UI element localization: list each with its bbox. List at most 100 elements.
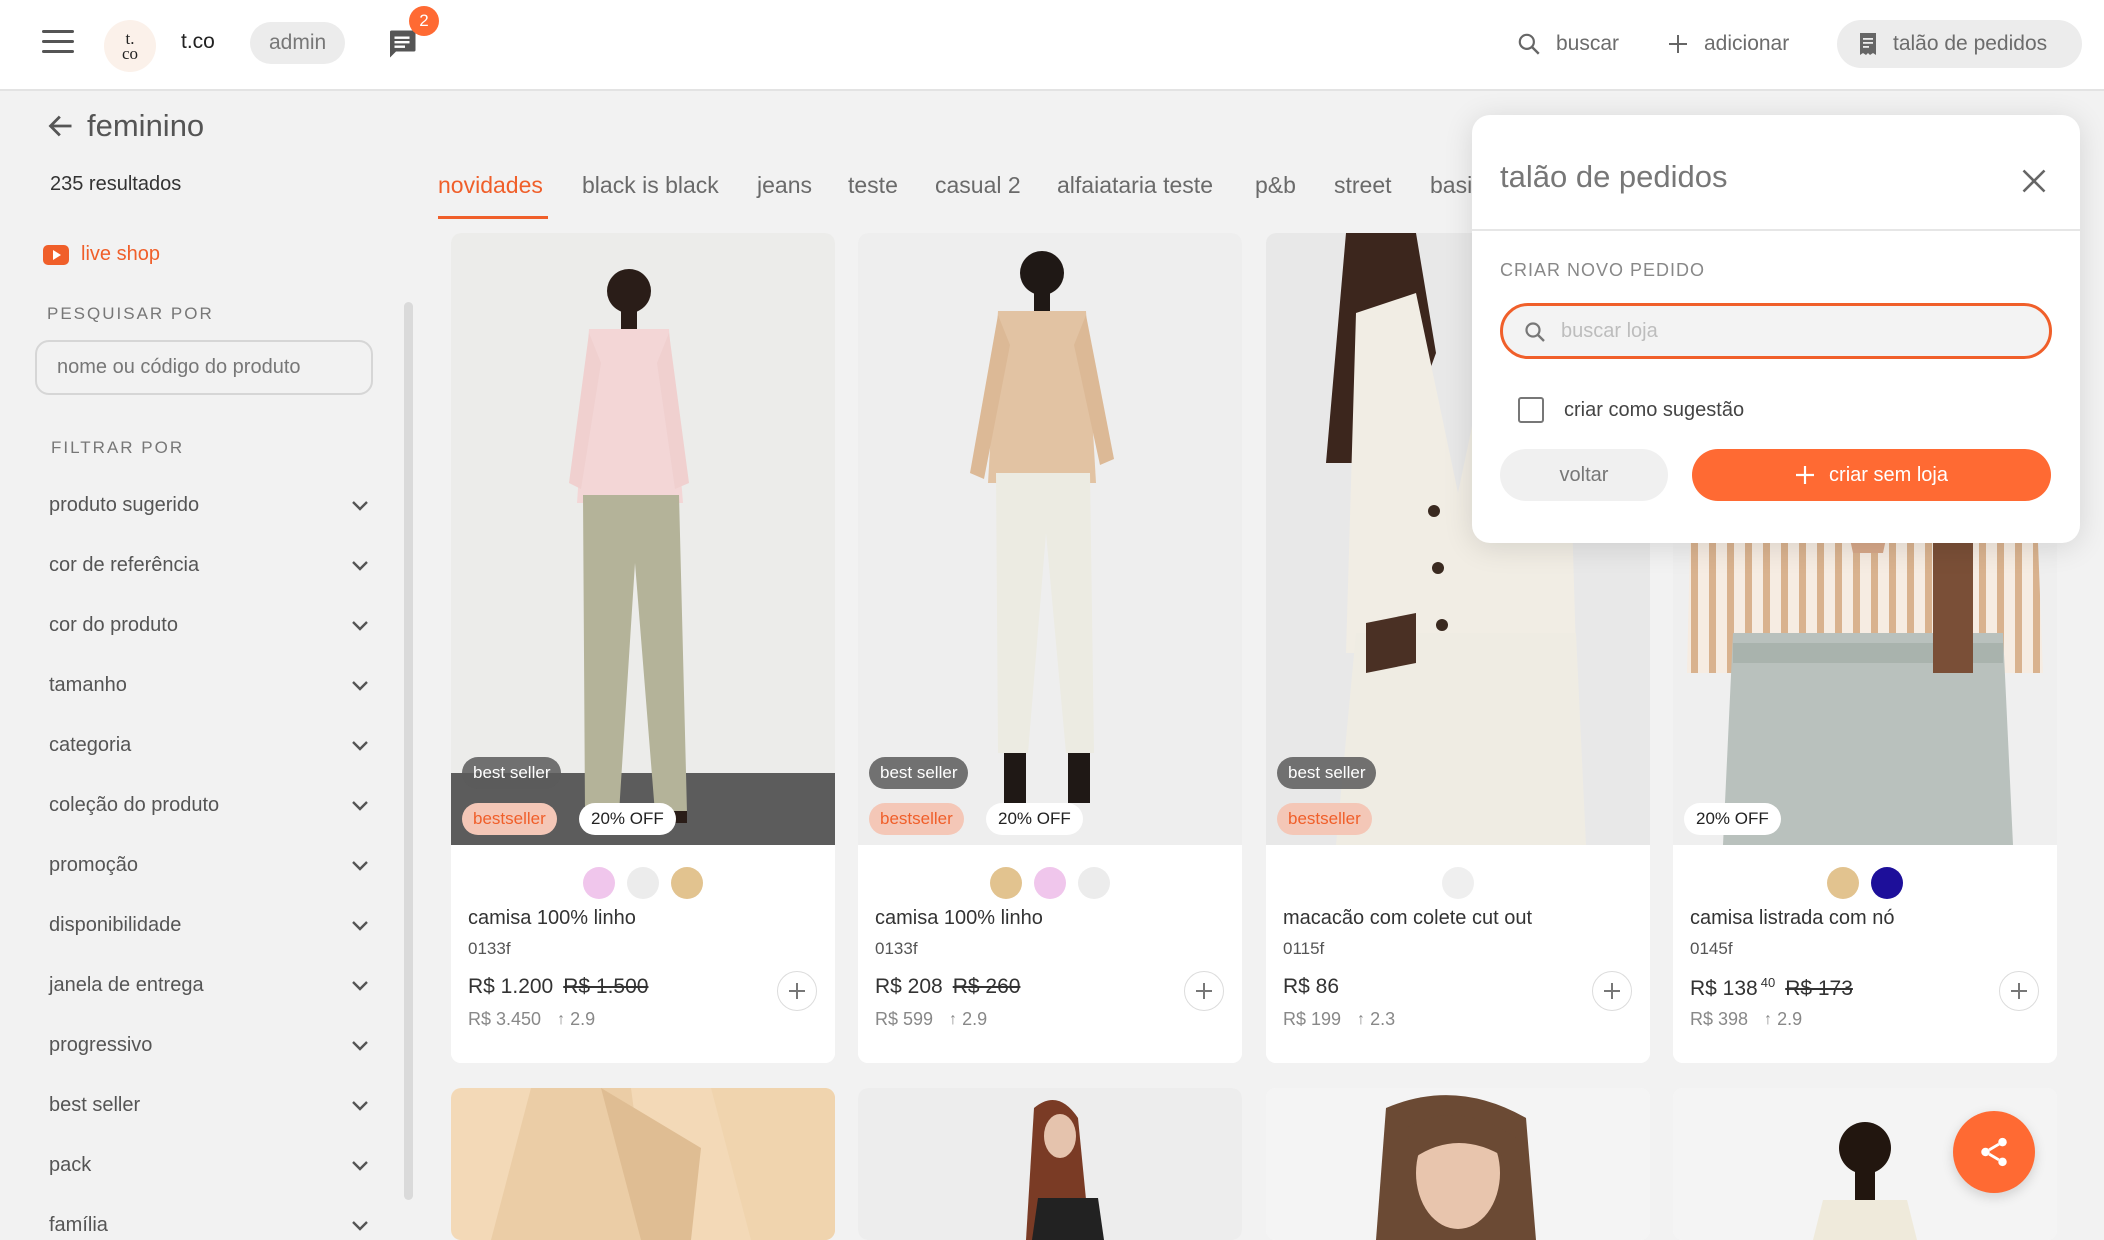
add-button[interactable]: adicionar [1666, 26, 1789, 62]
product-card[interactable]: best seller bestseller 20% OFF camisa 10… [451, 233, 835, 1063]
store-search[interactable] [1500, 303, 2052, 359]
orders-button[interactable]: talão de pedidos [1837, 20, 2082, 68]
arrow-left-icon[interactable] [47, 112, 75, 140]
filter-item[interactable]: best seller [49, 1085, 369, 1125]
search-section-label: PESQUISAR POR [47, 304, 214, 323]
discount-badge: 20% OFF [1684, 803, 1781, 835]
sidebar-scrollbar[interactable] [404, 302, 413, 1200]
suggestion-checkbox[interactable] [1518, 397, 1544, 423]
price: R$ 86 [1283, 975, 1340, 998]
product-name[interactable]: camisa 100% linho [468, 907, 636, 930]
product-image[interactable] [451, 233, 835, 845]
page-title: feminino [87, 108, 205, 143]
product-info: camisa 100% linho 0133f R$ 1.200 R$ 1.500… [451, 845, 835, 1063]
search-button[interactable]: buscar [1516, 26, 1619, 62]
filter-item[interactable]: coleção do produto [49, 785, 369, 825]
chevron-down-icon [352, 801, 368, 811]
color-swatch[interactable] [1871, 867, 1903, 899]
filter-item[interactable]: tamanho [49, 665, 369, 705]
plus-icon [1196, 983, 1212, 999]
filter-item[interactable]: promoção [49, 845, 369, 885]
filter-item[interactable]: janela de entrega [49, 965, 369, 1005]
filter-item[interactable]: cor do produto [49, 605, 369, 645]
create-label: criar sem loja [1829, 463, 1948, 486]
product-name[interactable]: camisa listrada com nó [1690, 907, 1895, 930]
category-tabs: novidades black is black jeans teste cas… [438, 164, 1478, 224]
chevron-down-icon [352, 621, 368, 631]
filter-label: cor de referência [49, 553, 200, 576]
color-swatches [858, 867, 1242, 899]
filter-label: cor do produto [49, 613, 178, 636]
app-window: t. co t.co admin 2 buscar adicionar talão… [0, 0, 2104, 1240]
arrow-up-icon: ↑ [1764, 1010, 1773, 1028]
product-card[interactable]: best seller bestseller 20% OFF camisa 10… [858, 233, 1242, 1063]
product-name[interactable]: camisa 100% linho [875, 907, 1043, 930]
tab-street[interactable]: street [1334, 172, 1392, 199]
price: R$ 138 [1690, 977, 1758, 1000]
chevron-down-icon [352, 921, 368, 931]
back-button[interactable]: voltar [1500, 449, 1668, 501]
product-image[interactable] [1266, 1088, 1650, 1240]
color-swatch[interactable] [990, 867, 1022, 899]
color-swatch[interactable] [1827, 867, 1859, 899]
tab-casual-2[interactable]: casual 2 [935, 172, 1021, 199]
store-search-input[interactable] [1561, 306, 2041, 356]
filter-item[interactable]: pack [49, 1145, 369, 1185]
menu-icon[interactable] [42, 30, 74, 56]
filter-label: tamanho [49, 673, 127, 696]
live-shop-link[interactable]: live shop [43, 243, 160, 266]
tab-jeans[interactable]: jeans [757, 172, 812, 199]
retail-price: R$ 199 [1283, 1009, 1342, 1029]
filter-item[interactable]: disponibilidade [49, 905, 369, 945]
color-swatch[interactable] [1442, 867, 1474, 899]
product-search-input[interactable] [35, 340, 373, 395]
color-swatch[interactable] [1078, 867, 1110, 899]
filter-item[interactable]: família [49, 1205, 369, 1240]
filter-label: família [49, 1213, 108, 1236]
price: R$ 1.200 [468, 975, 554, 998]
receipt-icon [1860, 33, 1876, 55]
product-name[interactable]: macacão com colete cut out [1283, 907, 1532, 930]
old-price: R$ 1.500 [563, 975, 649, 998]
add-to-order-button[interactable] [1592, 971, 1632, 1011]
product-card[interactable] [858, 1088, 1242, 1240]
color-swatch[interactable] [1034, 867, 1066, 899]
color-swatch[interactable] [583, 867, 615, 899]
tab-teste[interactable]: teste [848, 172, 898, 199]
tab-black-is-black[interactable]: black is black [582, 172, 719, 199]
old-price: R$ 260 [952, 975, 1021, 998]
share-button[interactable] [1953, 1111, 2035, 1193]
chevron-down-icon [352, 1101, 368, 1111]
retail-row: R$ 398 ↑ 2.9 [1690, 1009, 1802, 1030]
product-image[interactable] [858, 233, 1242, 845]
add-to-order-button[interactable] [777, 971, 817, 1011]
modal-divider [1472, 229, 2080, 231]
product-image[interactable] [451, 1088, 835, 1240]
filter-item[interactable]: produto sugerido [49, 485, 369, 525]
create-without-store-button[interactable]: criar sem loja [1692, 449, 2051, 501]
tab-basicos[interactable]: basi [1430, 172, 1472, 199]
filter-label: progressivo [49, 1033, 153, 1056]
filter-label: produto sugerido [49, 493, 200, 516]
bestseller-tag: bestseller [462, 803, 557, 835]
color-swatch[interactable] [671, 867, 703, 899]
add-to-order-button[interactable] [1184, 971, 1224, 1011]
suggestion-checkbox-row[interactable]: criar como sugestão [1518, 397, 1744, 423]
price: R$ 208 [875, 975, 943, 998]
tab-p-b[interactable]: p&b [1255, 172, 1296, 199]
color-swatch[interactable] [627, 867, 659, 899]
product-image[interactable] [858, 1088, 1242, 1240]
add-label: adicionar [1704, 32, 1790, 55]
tab-alfaiataria-teste[interactable]: alfaiataria teste [1057, 172, 1213, 199]
product-card[interactable] [451, 1088, 835, 1240]
filter-item[interactable]: cor de referência [49, 545, 369, 585]
filter-item[interactable]: categoria [49, 725, 369, 765]
filter-item[interactable]: progressivo [49, 1025, 369, 1065]
product-card[interactable] [1266, 1088, 1650, 1240]
add-to-order-button[interactable] [1999, 971, 2039, 1011]
tab-novidades[interactable]: novidades [438, 172, 543, 199]
chevron-down-icon [352, 1221, 368, 1231]
close-icon[interactable] [2020, 167, 2048, 195]
color-swatches [1673, 867, 2057, 899]
role-badge[interactable]: admin [250, 22, 346, 64]
